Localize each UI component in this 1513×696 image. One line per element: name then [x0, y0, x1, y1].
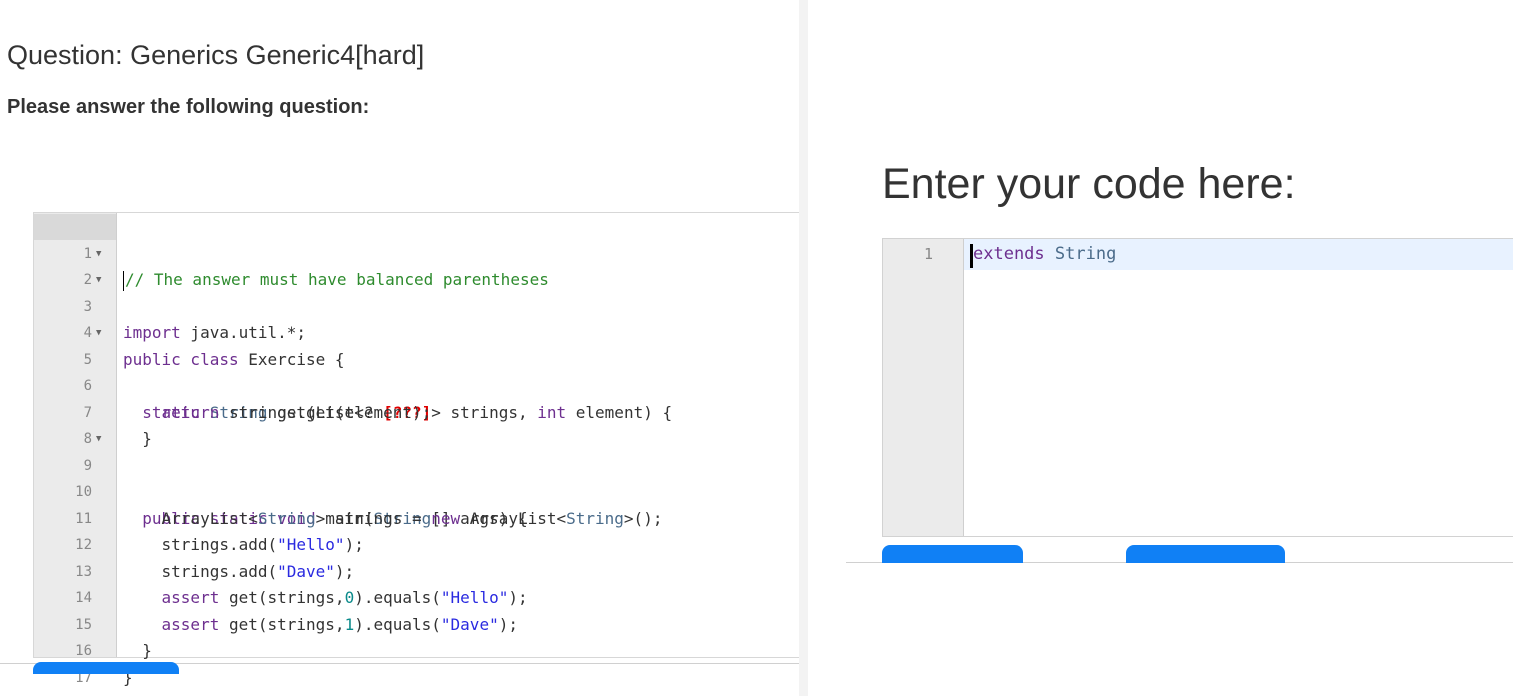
code-line: 7 }	[83, 404, 152, 449]
answer-code-editor[interactable]: 1 extends String	[882, 238, 1513, 537]
answer-code-line[interactable]: extends String	[973, 239, 1116, 270]
code-line: 8	[83, 431, 92, 447]
question-title: Question: Generics Generic4[hard]	[7, 40, 425, 70]
code-line: 14 assert get(strings,1).equals("Dave");	[75, 590, 518, 634]
fold-arrow-icon[interactable]: ▼	[96, 267, 101, 294]
code-line: 1 // The answer must have balanced paren…	[83, 245, 549, 291]
code-line: 5 ▼ static String get(List<? [???]> stri…	[34, 320, 799, 422]
question-instruction: Please answer the following question:	[7, 96, 370, 118]
answer-editor-gutter	[883, 239, 964, 536]
answer-line-number: 1	[923, 245, 933, 263]
answer-heading: Enter your code here:	[882, 160, 1296, 208]
code-line: 9 ▼ public static void main(String[] arg…	[34, 426, 799, 528]
code-line: 11 strings.add("Hello");	[75, 510, 364, 555]
code-line: 3 ▼ public class Exercise {	[34, 267, 799, 369]
code-line: 12 strings.add("Dave");	[75, 537, 355, 581]
fold-arrow-icon[interactable]: ▼	[96, 241, 101, 268]
answer-action-button-1[interactable]	[882, 545, 1023, 563]
code-line: 4	[83, 325, 92, 341]
split-pane-divider[interactable]	[799, 0, 808, 696]
fold-arrow-icon[interactable]: ▼	[96, 426, 101, 453]
code-line: 6 return strings.get(element);	[83, 378, 432, 422]
question-panel: Question: Generics Generic4[hard] Please…	[0, 0, 799, 696]
fold-arrow-icon[interactable]: ▼	[96, 320, 101, 347]
code-line: 13 assert get(strings,0).equals("Hello")…	[75, 563, 528, 608]
answer-panel: Enter your code here: 1 extends String	[808, 0, 1513, 696]
code-line: 16 }	[75, 643, 133, 687]
code-line: 10 ArrayList<String> strings = new Array…	[75, 484, 663, 528]
code-line: 17	[75, 669, 92, 686]
answer-action-button-2[interactable]	[1126, 545, 1285, 563]
code-line: 15 }	[75, 616, 152, 661]
question-code-editor[interactable]: 1 // The answer must have balanced paren…	[33, 212, 799, 687]
left-action-button[interactable]	[33, 662, 179, 674]
code-line: 2 ▼ import java.util.*;	[34, 241, 799, 343]
